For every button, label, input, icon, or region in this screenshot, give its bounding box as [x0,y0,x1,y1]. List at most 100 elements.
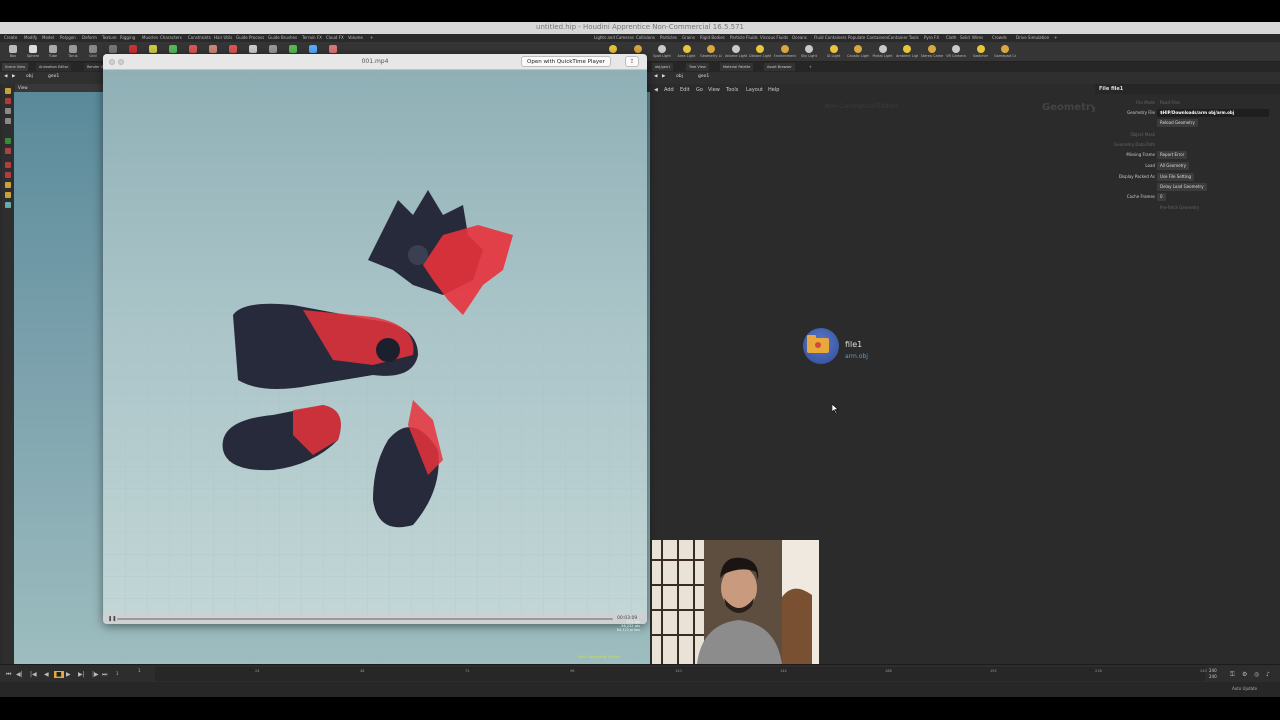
shelf-tool-spot-light[interactable]: Spot Light [651,44,673,61]
shelf-tool-caustic-light[interactable]: Caustic Light [847,44,869,61]
shelf-tab[interactable]: Container Tools [888,35,919,40]
path-obj[interactable]: obj [676,74,683,79]
play-icon[interactable]: ▶ [66,671,71,678]
video-frame[interactable] [103,70,647,614]
file-node[interactable] [803,328,839,364]
param-value[interactable]: Read Files [1157,99,1183,107]
shelf-tab[interactable]: Guide Process [236,35,264,40]
timeline-ruler[interactable]: 24 48 72 96 120 144 168 192 216 240 [155,667,1207,681]
param-value[interactable]: Use File Setting [1157,173,1195,181]
end-frame-2[interactable]: 240 [1209,674,1217,679]
shelf-tab[interactable]: Create [4,35,17,40]
shelf-tool-box[interactable]: Box [2,44,24,61]
select-tool-icon[interactable] [5,88,11,94]
add-tab-button[interactable]: + [806,63,815,71]
shelf-tool-volume-light[interactable]: Volume Light [725,44,747,61]
shelf-tab[interactable]: + [1054,35,1057,40]
param-value[interactable]: Report Error [1157,151,1188,159]
auto-update-label[interactable]: Auto Update [1232,686,1257,691]
shelf-tab[interactable]: + [370,35,373,40]
persp-icon[interactable] [5,192,11,198]
shelf-tab[interactable]: Model [42,35,54,40]
param-value[interactable]: Delay Load Geometry [1157,183,1207,191]
param-value[interactable] [1157,141,1163,149]
shelf-tab[interactable]: Guide Brushes [268,35,297,40]
forward-arrow-icon[interactable]: ▶ [12,74,15,79]
shelf-tab[interactable]: Rigging [120,35,135,40]
rotate-tool-icon[interactable] [5,108,11,114]
view-tool-icon[interactable] [5,162,11,168]
path-geo1[interactable]: geo1 [48,74,59,79]
realtime-icon[interactable]: ◎ [1254,671,1259,678]
shelf-tool-portal-light[interactable]: Portal Light [872,44,894,61]
end-frame[interactable]: 240 [1209,668,1217,673]
shelf-tab[interactable]: Drive Simulation [1016,35,1049,40]
menu-go[interactable]: Go [696,87,703,93]
shelf-tab[interactable]: Crowds [992,35,1007,40]
shelf-tab[interactable]: Fluid Containers [814,35,847,40]
shelf-tab[interactable]: Solid [960,35,970,40]
start-frame[interactable]: 1 [138,668,141,673]
shelf-tab[interactable]: Oceans [792,35,807,40]
shelf-tool-distant-light[interactable]: Distant Light [749,44,771,61]
shelf-tab[interactable]: Modify [24,35,37,40]
shelf-tool-ambient-light[interactable]: Ambient Light [896,44,918,61]
transform-tool-icon[interactable] [5,98,11,104]
shelf-tab[interactable]: Characters [160,35,182,40]
forward-arrow-icon[interactable]: ▶ [662,74,665,79]
jump-end-icon[interactable]: ⏭ [102,671,107,679]
shelf-tool-torus[interactable]: Torus [62,44,84,61]
shelf-tool-gamepad-camera[interactable]: Gamepad Camera [994,44,1016,61]
param-value[interactable]: $HIP/Downloads/arm obj/arm.obj [1157,109,1269,117]
shelf-tab[interactable]: Grains [682,35,695,40]
prev-key-icon[interactable]: |◀ [30,671,37,678]
jump-start-icon[interactable]: ⏮ [6,671,11,679]
step-back-icon[interactable]: ◀| [16,671,23,678]
tab-scene-view[interactable]: Scene View [2,63,29,71]
pause-icon[interactable]: ❚❚ [108,616,116,622]
step-forward-icon[interactable]: |▶ [92,671,99,678]
shelf-tab[interactable]: Particle Fluids [730,35,758,40]
shelf-tool-sphere[interactable]: Sphere [22,44,44,61]
handle-tool-icon[interactable] [5,138,11,144]
scale-tool-icon[interactable] [5,118,11,124]
shelf-tab[interactable]: Volume [348,35,363,40]
shelf-tool-gi-light[interactable]: GI Light [823,44,845,61]
path-geo1[interactable]: geo1 [698,74,709,79]
next-key-icon[interactable]: ▶| [78,671,85,678]
key-icon[interactable]: ⚿ [1230,671,1235,679]
open-with-quicktime-button[interactable]: Open with QuickTime Player [521,56,611,67]
menu-edit[interactable]: Edit [680,87,690,93]
render-region-icon[interactable] [5,182,11,188]
sound-icon[interactable]: ♪ [1266,671,1270,678]
back-arrow-icon[interactable]: ◀ [4,74,7,79]
pose-tool-icon[interactable] [5,148,11,154]
network-menu-back-icon[interactable]: ◀ [654,87,658,93]
shelf-tab[interactable]: Wires [972,35,983,40]
shelf-tool-environment-light[interactable]: Environment Light [774,44,796,61]
tab-tree-view[interactable]: Tree View [686,63,709,71]
shelf-tab[interactable]: Muscles [142,35,158,40]
shelf-tab[interactable]: Particles [660,35,677,40]
shelf-tool-area-light[interactable]: Area Light [676,44,698,61]
param-value[interactable]: Reload Geometry [1157,119,1198,127]
shelf-tool-geometry-light[interactable]: Geometry Light [700,44,722,61]
shelf-tab[interactable]: Collisions [636,35,655,40]
settings-icon[interactable]: ⚙ [1242,671,1247,678]
current-frame[interactable]: 1 [116,671,119,676]
menu-help[interactable]: Help [768,87,779,93]
shelf-tool-grid[interactable]: Grid [82,44,104,61]
shelf-tool-vr-camera[interactable]: VR Camera [945,44,967,61]
shelf-tab[interactable]: Hair Utils [214,35,232,40]
play-reverse-icon[interactable]: ◀ [44,671,49,678]
shelf-tab[interactable]: Terrain FX [302,35,322,40]
tab-asset-browser[interactable]: Asset Browser [764,63,795,71]
display-options-icon[interactable] [5,202,11,208]
node-name[interactable]: file1 [845,340,862,349]
shelf-tab[interactable]: Lights and Cameras [594,35,634,40]
menu-layout[interactable]: Layout [746,87,763,93]
param-value[interactable]: All Geometry [1157,162,1190,170]
shelf-tab[interactable]: Rigid Bodies [700,35,725,40]
tab-obj-geo1[interactable]: obj/geo1 [652,63,674,71]
progress-track[interactable] [117,618,613,620]
